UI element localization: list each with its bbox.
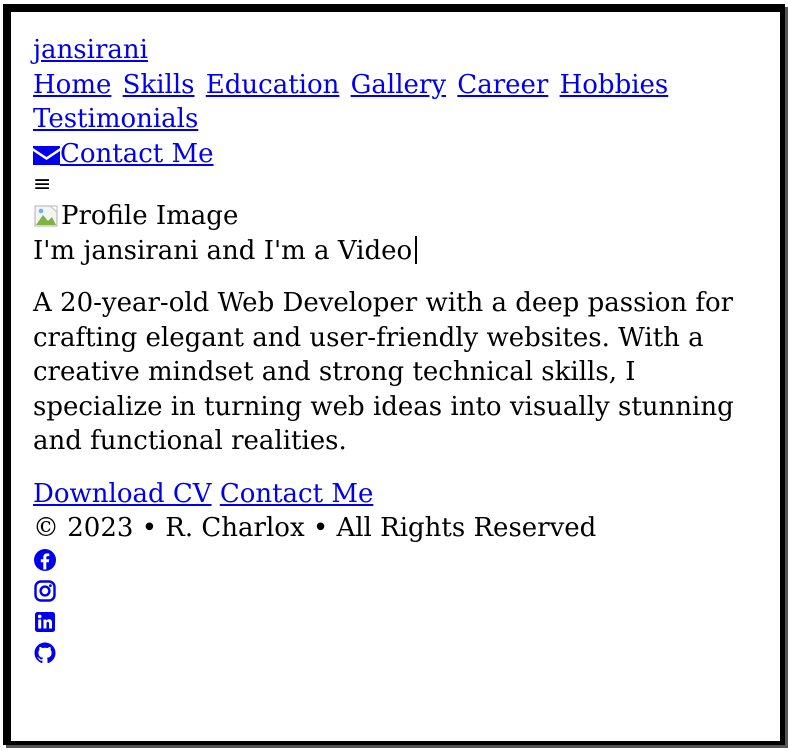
nav-home[interactable]: Home bbox=[33, 70, 111, 100]
main-nav: Home Skills Education Gallery Career Hob… bbox=[33, 68, 768, 103]
nav-gallery[interactable]: Gallery bbox=[351, 70, 446, 100]
nav-contact-label: Contact Me bbox=[60, 138, 214, 169]
brand-link[interactable]: jansirani bbox=[33, 33, 768, 68]
facebook-icon[interactable] bbox=[33, 548, 59, 574]
nav-skills[interactable]: Skills bbox=[123, 70, 195, 100]
nav-career[interactable]: Career bbox=[457, 70, 548, 100]
download-cv-button[interactable]: Download CV bbox=[33, 479, 212, 509]
typing-text: I'm jansirani and I'm a Video bbox=[33, 235, 413, 266]
broken-image-icon bbox=[34, 205, 58, 227]
envelope-icon bbox=[33, 145, 60, 165]
bio-paragraph: A 20-year-old Web Developer with a deep … bbox=[33, 288, 734, 456]
nav-contact[interactable]: Contact Me bbox=[33, 137, 768, 172]
hamburger-menu-icon[interactable]: ≡ bbox=[33, 171, 768, 199]
instagram-icon[interactable] bbox=[33, 579, 59, 605]
github-icon[interactable] bbox=[33, 641, 59, 667]
linkedin-icon[interactable] bbox=[33, 610, 59, 636]
profile-image: Profile Image bbox=[33, 199, 768, 234]
hero-buttons: Download CV Contact Me bbox=[33, 477, 768, 512]
typing-cursor bbox=[415, 235, 418, 264]
typing-line: I'm jansirani and I'm a Video bbox=[33, 234, 768, 269]
nav-testimonials[interactable]: Testimonials bbox=[33, 102, 768, 137]
nav-education[interactable]: Education bbox=[206, 70, 340, 100]
nav-hobbies[interactable]: Hobbies bbox=[560, 70, 669, 100]
page-content: jansirani Home Skills Education Gallery … bbox=[33, 33, 768, 672]
profile-image-alt: Profile Image bbox=[61, 201, 239, 231]
footer-copyright: © 2023 • R. Charlox • All Rights Reserve… bbox=[33, 513, 597, 543]
contact-me-button[interactable]: Contact Me bbox=[220, 479, 374, 509]
